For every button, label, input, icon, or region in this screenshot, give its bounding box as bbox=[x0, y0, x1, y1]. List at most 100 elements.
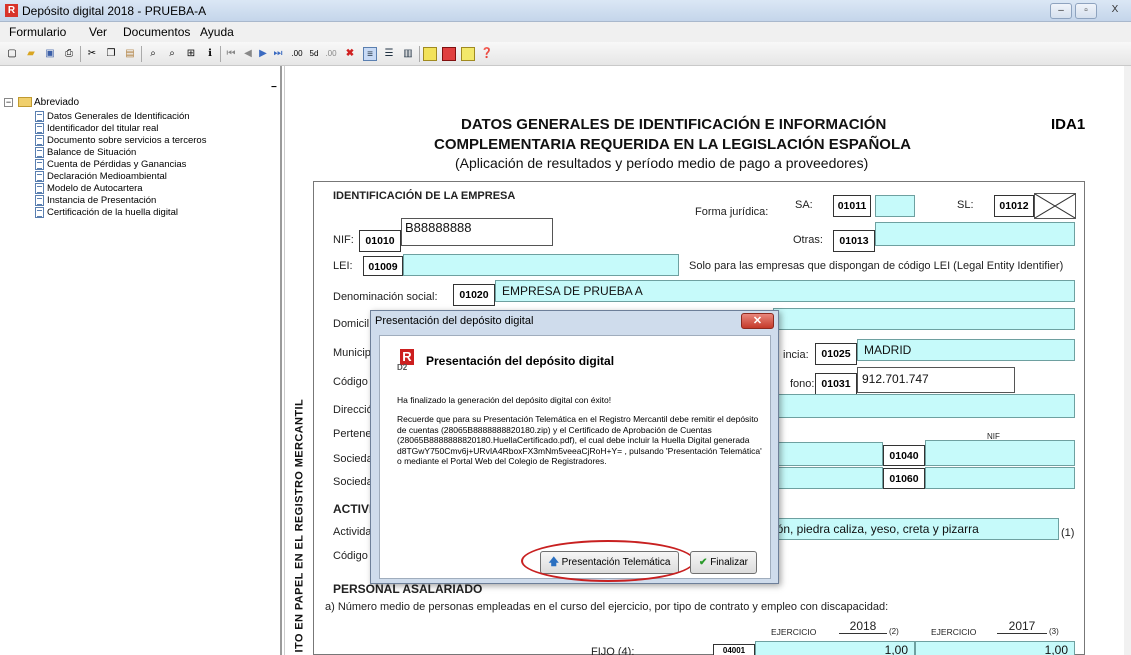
tree-item-servicios-terceros[interactable]: Documento sobre servicios a terceros bbox=[35, 135, 206, 146]
document-icon bbox=[35, 195, 44, 206]
sociedad2-code: 01060 bbox=[883, 468, 925, 489]
sociedad2-name-field[interactable] bbox=[773, 467, 883, 489]
presentacion-dialog: Presentación del depósito digital ✕ R D2… bbox=[370, 310, 779, 584]
fijo-2018-field[interactable]: 1,00 bbox=[755, 641, 915, 655]
lei-note: Solo para las empresas que dispongan de … bbox=[689, 260, 1064, 272]
sa-code: 01011 bbox=[833, 195, 871, 217]
personal-section: PERSONAL ASALARIADO bbox=[333, 582, 483, 596]
actividad-note: (1) bbox=[1061, 527, 1075, 539]
tree-item-autocartera[interactable]: Modelo de Autocartera bbox=[35, 183, 143, 194]
close-button[interactable]: X bbox=[1104, 3, 1126, 19]
decimals-off-icon[interactable]: .00 bbox=[324, 47, 338, 61]
dialog-close-button[interactable]: ✕ bbox=[741, 313, 774, 329]
actividad-field[interactable]: ión, piedra caliza, yeso, creta y pizarr… bbox=[773, 518, 1059, 540]
sociedad1-name-field[interactable] bbox=[773, 442, 883, 466]
sl-code: 01012 bbox=[994, 195, 1034, 217]
list-view-icon[interactable]: ☰ bbox=[382, 47, 396, 61]
decimals-icon[interactable]: .00 bbox=[290, 47, 304, 61]
next-page-icon[interactable]: ▶ bbox=[256, 47, 270, 61]
tree-item-datos-generales[interactable]: Datos Generales de Identificación bbox=[35, 111, 190, 122]
paste-icon[interactable]: ▤ bbox=[123, 47, 137, 61]
ejercicio2-label: EJERCICIO bbox=[931, 627, 977, 637]
finalizar-button[interactable]: ✔ Finalizar bbox=[690, 551, 757, 574]
tree-item-balance[interactable]: Balance de Situación bbox=[35, 147, 136, 158]
save-icon[interactable]: ▣ bbox=[43, 47, 57, 61]
tree-item-huella-digital[interactable]: Certificación de la huella digital bbox=[35, 207, 178, 218]
tree-item-instancia[interactable]: Instancia de Presentación bbox=[35, 195, 156, 206]
tree-item-perdidas-ganancias[interactable]: Cuenta de Pérdidas y Ganancias bbox=[35, 159, 186, 170]
dialog-heading: Presentación del depósito digital bbox=[426, 354, 615, 368]
dialog-body: R D2 Presentación del depósito digital H… bbox=[379, 335, 771, 582]
prev-page-icon[interactable]: ◀ bbox=[241, 47, 255, 61]
title-bar: R Depósito digital 2018 - PRUEBA-A – ▫ X bbox=[0, 0, 1131, 22]
columns-icon[interactable]: ▥ bbox=[401, 47, 415, 61]
form-title-1: DATOS GENERALES DE IDENTIFICACIÓN E INFO… bbox=[461, 116, 887, 133]
minimize-button[interactable]: – bbox=[1050, 3, 1072, 19]
sociedad1-code: 01040 bbox=[883, 445, 925, 466]
vertical-scrollbar[interactable] bbox=[1124, 66, 1131, 655]
first-page-icon[interactable]: ⏮ bbox=[224, 47, 238, 61]
panel-collapse-icon[interactable]: − bbox=[271, 82, 277, 93]
sl-checkbox[interactable] bbox=[1034, 193, 1076, 219]
denominacion-code: 01020 bbox=[453, 284, 495, 306]
nif-code: 01010 bbox=[359, 230, 401, 252]
open-folder-icon[interactable]: ▰ bbox=[24, 47, 38, 61]
dialog-success-text: Ha finalizado la generación del depósito… bbox=[397, 395, 612, 405]
fijo-2017-field[interactable]: 1,00 bbox=[915, 641, 1075, 655]
sl-label: SL: bbox=[957, 199, 974, 211]
highlight-red-icon[interactable] bbox=[442, 47, 456, 61]
pertenece-label: Pertene bbox=[333, 428, 372, 440]
menu-ayuda[interactable]: Ayuda bbox=[200, 25, 234, 39]
lei-field[interactable] bbox=[403, 254, 679, 276]
last-page-icon[interactable]: ⏭ bbox=[271, 47, 285, 61]
tree-view-icon[interactable]: ≡ bbox=[363, 47, 377, 61]
dialog-instructions-text: Recuerde que para su Presentación Telemá… bbox=[397, 414, 762, 466]
document-icon bbox=[35, 147, 44, 158]
telefono-field[interactable]: 912.701.747 bbox=[857, 367, 1015, 393]
sa-label: SA: bbox=[795, 199, 813, 211]
copy-icon[interactable]: ❐ bbox=[104, 47, 118, 61]
highlight-yellow-icon[interactable] bbox=[423, 47, 437, 61]
find-next-icon[interactable]: ⌕ bbox=[165, 47, 179, 61]
check-cross-icon bbox=[1034, 193, 1076, 219]
calc-icon[interactable]: ⊞ bbox=[184, 47, 198, 61]
cut-icon[interactable]: ✂ bbox=[85, 47, 99, 61]
sa-field[interactable] bbox=[875, 195, 915, 217]
menu-ver[interactable]: Ver bbox=[89, 25, 107, 39]
document-icon bbox=[35, 183, 44, 194]
menu-bar: Formulario Ver Documentos Ayuda bbox=[0, 22, 1131, 42]
print-icon[interactable]: ⎙ bbox=[62, 47, 76, 61]
ejercicio1-label: EJERCICIO bbox=[771, 627, 817, 637]
form-code: IDA1 bbox=[1051, 116, 1086, 133]
menu-documentos[interactable]: Documentos bbox=[123, 25, 190, 39]
personal-a: a) Número medio de personas empleadas en… bbox=[325, 601, 889, 613]
new-icon[interactable]: ▢ bbox=[5, 47, 19, 61]
sociedad1-nif-field[interactable] bbox=[925, 440, 1075, 466]
info-icon[interactable]: ℹ bbox=[203, 47, 217, 61]
provincia-label: incia: bbox=[783, 349, 809, 361]
delete-icon[interactable]: ✖ bbox=[343, 47, 357, 61]
tree-item-titular-real[interactable]: Identificador del titular real bbox=[35, 123, 158, 134]
window-title: Depósito digital 2018 - PRUEBA-A bbox=[22, 4, 207, 18]
form-title-2: COMPLEMENTARIA REQUERIDA EN LA LEGISLACI… bbox=[434, 136, 911, 153]
nif-field[interactable]: B88888888 bbox=[401, 218, 553, 246]
provincia-field[interactable]: MADRID bbox=[857, 339, 1075, 361]
sociedad2-nif-field[interactable] bbox=[925, 467, 1075, 489]
direccion-field[interactable] bbox=[773, 394, 1075, 418]
telefono-label: fono: bbox=[790, 378, 815, 390]
tree-root[interactable]: − Abreviado bbox=[4, 97, 79, 108]
maximize-button[interactable]: ▫ bbox=[1075, 3, 1097, 19]
menu-formulario[interactable]: Formulario bbox=[9, 25, 66, 39]
highlight-note-icon[interactable] bbox=[461, 47, 475, 61]
highlight-ellipse bbox=[521, 540, 695, 582]
folder-icon bbox=[17, 97, 32, 108]
help-icon[interactable]: ❓ bbox=[480, 47, 494, 61]
domicilio-field[interactable] bbox=[773, 308, 1075, 330]
denominacion-field[interactable]: EMPRESA DE PRUEBA A bbox=[495, 280, 1075, 302]
collapse-icon[interactable]: − bbox=[4, 97, 13, 107]
document-icon bbox=[35, 135, 44, 146]
format-5d-icon[interactable]: 5d bbox=[307, 47, 321, 61]
otras-field[interactable] bbox=[875, 222, 1075, 246]
find-icon[interactable]: ⌕ bbox=[146, 47, 160, 61]
tree-item-medioambiental[interactable]: Declaración Medioambiental bbox=[35, 171, 167, 182]
